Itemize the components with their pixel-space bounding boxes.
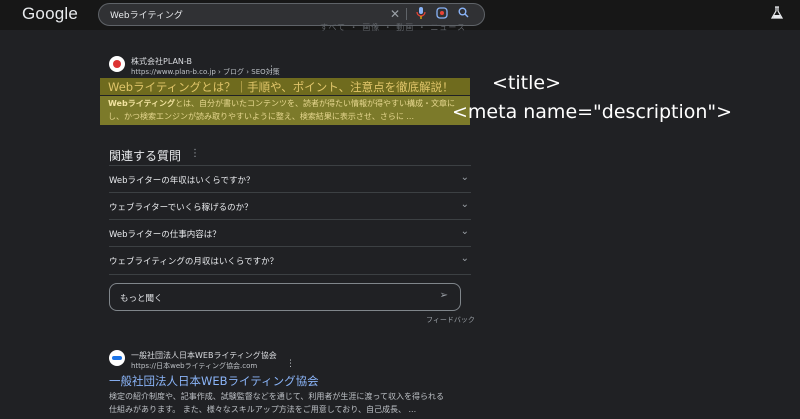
chevron-down-icon[interactable]: ⌄ bbox=[461, 199, 469, 210]
related-question[interactable]: ウェブライティングの月収はいくらですか？ ⌄ bbox=[109, 246, 471, 274]
result-title-link[interactable]: Webライティングとは？｜手順や、ポイント、注意点を徹底解説！ bbox=[108, 79, 454, 95]
result-title-link[interactable]: 一般社団法人日本WEBライティング協会 bbox=[109, 373, 319, 389]
question-text: Webライターの年収はいくらですか？ bbox=[109, 176, 255, 186]
meta-description-annotation: <meta name="description"> bbox=[452, 101, 733, 123]
related-questions-heading: 関連する質問 bbox=[109, 149, 182, 163]
faded-nav-tabs: すべて ・ 画像 ・ 動画 ・ ニュース bbox=[320, 23, 466, 32]
ask-more-input[interactable]: もっと聞く ➢ bbox=[109, 283, 461, 311]
question-text: ウェブライターでいくら稼げるのか？ bbox=[109, 203, 253, 213]
divider bbox=[109, 274, 471, 275]
search-icon[interactable] bbox=[458, 7, 469, 22]
site-name[interactable]: 一般社団法人日本WEBライティング協会 bbox=[131, 350, 277, 361]
mic-icon[interactable] bbox=[416, 7, 426, 23]
feedback-link[interactable]: フィードバック bbox=[426, 315, 475, 325]
site-name[interactable]: 株式会社PLAN-B bbox=[131, 56, 192, 67]
related-question[interactable]: Webライターの仕事内容は？ ⌄ bbox=[109, 219, 471, 247]
result-description-line-1: Webライティングとは、自分が書いたコンテンツを、読者が得たい情報が得やすい構成… bbox=[108, 98, 455, 109]
related-question[interactable]: ウェブライターでいくら稼げるのか？ ⌄ bbox=[109, 192, 471, 220]
more-options-icon[interactable]: ⋮ bbox=[267, 65, 276, 75]
search-divider bbox=[406, 8, 407, 20]
chevron-down-icon[interactable]: ⌄ bbox=[461, 226, 469, 237]
more-options-icon[interactable]: ⋮ bbox=[286, 359, 295, 369]
chevron-down-icon[interactable]: ⌄ bbox=[461, 172, 469, 183]
ask-more-placeholder[interactable]: もっと聞く bbox=[120, 292, 163, 304]
result-description-line-2: 仕組みがあります。 また、様々なスキルアップ方法をご用意しており、自己成長、 .… bbox=[109, 405, 417, 414]
chevron-down-icon[interactable]: ⌄ bbox=[461, 253, 469, 264]
result-description-line-1: 検定の紹介制度や、記事作成、試験監督などを通じて、利用者が生涯に渡って収入を得ら… bbox=[109, 392, 444, 401]
result-description-line-2: し、かつ検索エンジンが読み取りやすいように整え、検索結果に表示させ、さらに ..… bbox=[108, 112, 415, 121]
site-url[interactable]: https://日本webライティング協会.com bbox=[131, 361, 257, 371]
question-text: Webライターの仕事内容は？ bbox=[109, 230, 221, 240]
description-keyword: Webライティング bbox=[108, 99, 176, 108]
title-tag-annotation: <title> bbox=[492, 72, 561, 94]
send-icon[interactable]: ➢ bbox=[440, 290, 448, 301]
google-logo[interactable]: Google bbox=[22, 4, 78, 24]
site-favicon bbox=[109, 350, 125, 366]
search-input[interactable]: Webライティング bbox=[110, 8, 183, 21]
close-icon[interactable]: ✕ bbox=[390, 7, 400, 21]
lens-icon[interactable] bbox=[436, 7, 448, 23]
site-favicon bbox=[109, 56, 125, 72]
question-text: ウェブライティングの月収はいくらですか？ bbox=[109, 257, 279, 267]
related-question[interactable]: Webライターの年収はいくらですか？ ⌄ bbox=[109, 165, 471, 193]
site-url[interactable]: https://www.plan-b.co.jp › ブログ › SEO対策 bbox=[131, 67, 280, 77]
description-text: とは、自分が書いたコンテンツを、読者が得たい情報が得やすい構成・文章に bbox=[175, 99, 456, 108]
flask-icon[interactable] bbox=[770, 6, 784, 22]
more-options-icon[interactable]: ⋮ bbox=[190, 148, 200, 159]
